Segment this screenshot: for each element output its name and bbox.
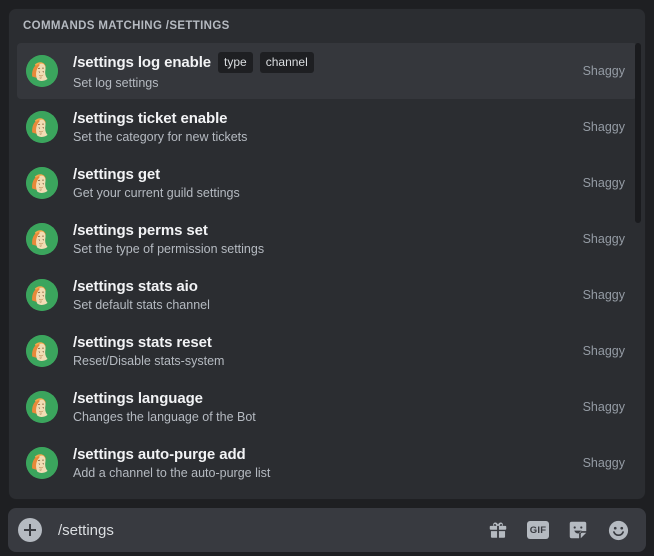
command-description: Set the type of permission settings: [73, 242, 265, 256]
command-name: /settings get: [73, 166, 161, 183]
command-name: /settings language: [73, 390, 203, 407]
command-title-line: /settings get: [73, 166, 571, 183]
command-text: /settings get Get your current guild sett…: [73, 166, 571, 200]
bot-name: Shaggy: [582, 176, 625, 190]
bot-avatar: [26, 55, 58, 87]
bot-name: Shaggy: [582, 288, 625, 302]
gif-icon: GIF: [527, 521, 549, 539]
command-text: /settings auto-purge add Add a channel to…: [73, 446, 571, 480]
command-argument-chip: channel: [259, 52, 314, 73]
discord-slash-command-autocomplete: COMMANDS MATCHING /SETTINGS /settings lo…: [0, 0, 654, 556]
command-text: /settings ticket enable Set the category …: [73, 110, 571, 144]
command-description: Reset/Disable stats-system: [73, 354, 225, 368]
scrollbar-track[interactable]: [634, 43, 642, 495]
command-text: /settings stats aio Set default stats cha…: [73, 278, 571, 312]
autocomplete-header: COMMANDS MATCHING /SETTINGS: [9, 9, 645, 43]
command-row[interactable]: /settings log enable type channel Set log s…: [17, 43, 637, 99]
command-row[interactable]: /settings language Changes the language o…: [17, 379, 637, 435]
bot-avatar: [26, 111, 58, 143]
command-name: /settings ticket enable: [73, 110, 228, 127]
emoji-button[interactable]: [606, 518, 630, 542]
autocomplete-header-label: COMMANDS MATCHING /SETTINGS: [23, 20, 230, 32]
command-name: /settings auto-purge add: [73, 446, 246, 463]
bot-avatar: [26, 223, 58, 255]
autocomplete-scroll-area[interactable]: /settings log enable type channel Set log s…: [9, 43, 645, 499]
command-name: /settings log enable: [73, 54, 212, 71]
command-description: Get your current guild settings: [73, 186, 240, 200]
bot-avatar: [26, 335, 58, 367]
gif-button[interactable]: GIF: [526, 518, 550, 542]
command-title-line: /settings stats aio: [73, 278, 571, 295]
bot-name: Shaggy: [582, 344, 625, 358]
command-description: Set the category for new tickets: [73, 130, 248, 144]
bot-name: Shaggy: [582, 400, 625, 414]
bot-name: Shaggy: [582, 232, 625, 246]
attachment-button[interactable]: [18, 518, 42, 542]
message-input[interactable]: /settings: [58, 522, 486, 539]
command-description: Changes the language of the Bot: [73, 410, 256, 424]
message-input-bar: /settings GIF: [8, 508, 646, 552]
bot-name: Shaggy: [582, 64, 625, 78]
gift-button[interactable]: [486, 518, 510, 542]
command-row[interactable]: /settings stats reset Reset/Disable stats…: [17, 323, 637, 379]
command-description: Add a channel to the auto-purge list: [73, 466, 271, 480]
command-title-line: /settings log enable type channel: [73, 52, 571, 73]
command-name: /settings stats reset: [73, 334, 212, 351]
bot-avatar: [26, 279, 58, 311]
command-text: /settings log enable type channel Set log s…: [73, 52, 571, 90]
input-action-icons: GIF: [486, 518, 630, 542]
command-title-line: /settings language: [73, 390, 571, 407]
sticker-icon: [567, 519, 589, 541]
sticker-button[interactable]: [566, 518, 590, 542]
command-row[interactable]: /settings stats aio Set default stats cha…: [17, 267, 637, 323]
command-text: /settings perms set Set the type of permi…: [73, 222, 571, 256]
bot-name: Shaggy: [582, 120, 625, 134]
bot-avatar: [26, 167, 58, 199]
command-title-line: /settings stats reset: [73, 334, 571, 351]
command-row[interactable]: /settings perms set Set the type of permi…: [17, 211, 637, 267]
command-text: /settings stats reset Reset/Disable stats…: [73, 334, 571, 368]
plus-icon: [22, 522, 38, 538]
command-title-line: /settings ticket enable: [73, 110, 571, 127]
command-description: Set log settings: [73, 76, 159, 90]
command-title-line: /settings auto-purge add: [73, 446, 571, 463]
emoji-icon: [607, 519, 630, 542]
command-name: /settings perms set: [73, 222, 208, 239]
command-autocomplete-popup: COMMANDS MATCHING /SETTINGS /settings lo…: [8, 8, 646, 500]
command-text: /settings language Changes the language o…: [73, 390, 571, 424]
command-row[interactable]: /settings auto-purge add Add a channel to…: [17, 435, 637, 491]
bot-avatar: [26, 391, 58, 423]
bot-name: Shaggy: [582, 456, 625, 470]
command-argument-chip: type: [218, 52, 253, 73]
command-row[interactable]: /settings get Get your current guild sett…: [17, 155, 637, 211]
gift-icon: [487, 519, 509, 541]
command-name: /settings stats aio: [73, 278, 198, 295]
bot-avatar: [26, 447, 58, 479]
command-row[interactable]: /settings ticket enable Set the category …: [17, 99, 637, 155]
command-title-line: /settings perms set: [73, 222, 571, 239]
command-description: Set default stats channel: [73, 298, 210, 312]
command-list: /settings log enable type channel Set log s…: [17, 43, 637, 491]
scrollbar-thumb[interactable]: [635, 43, 641, 223]
